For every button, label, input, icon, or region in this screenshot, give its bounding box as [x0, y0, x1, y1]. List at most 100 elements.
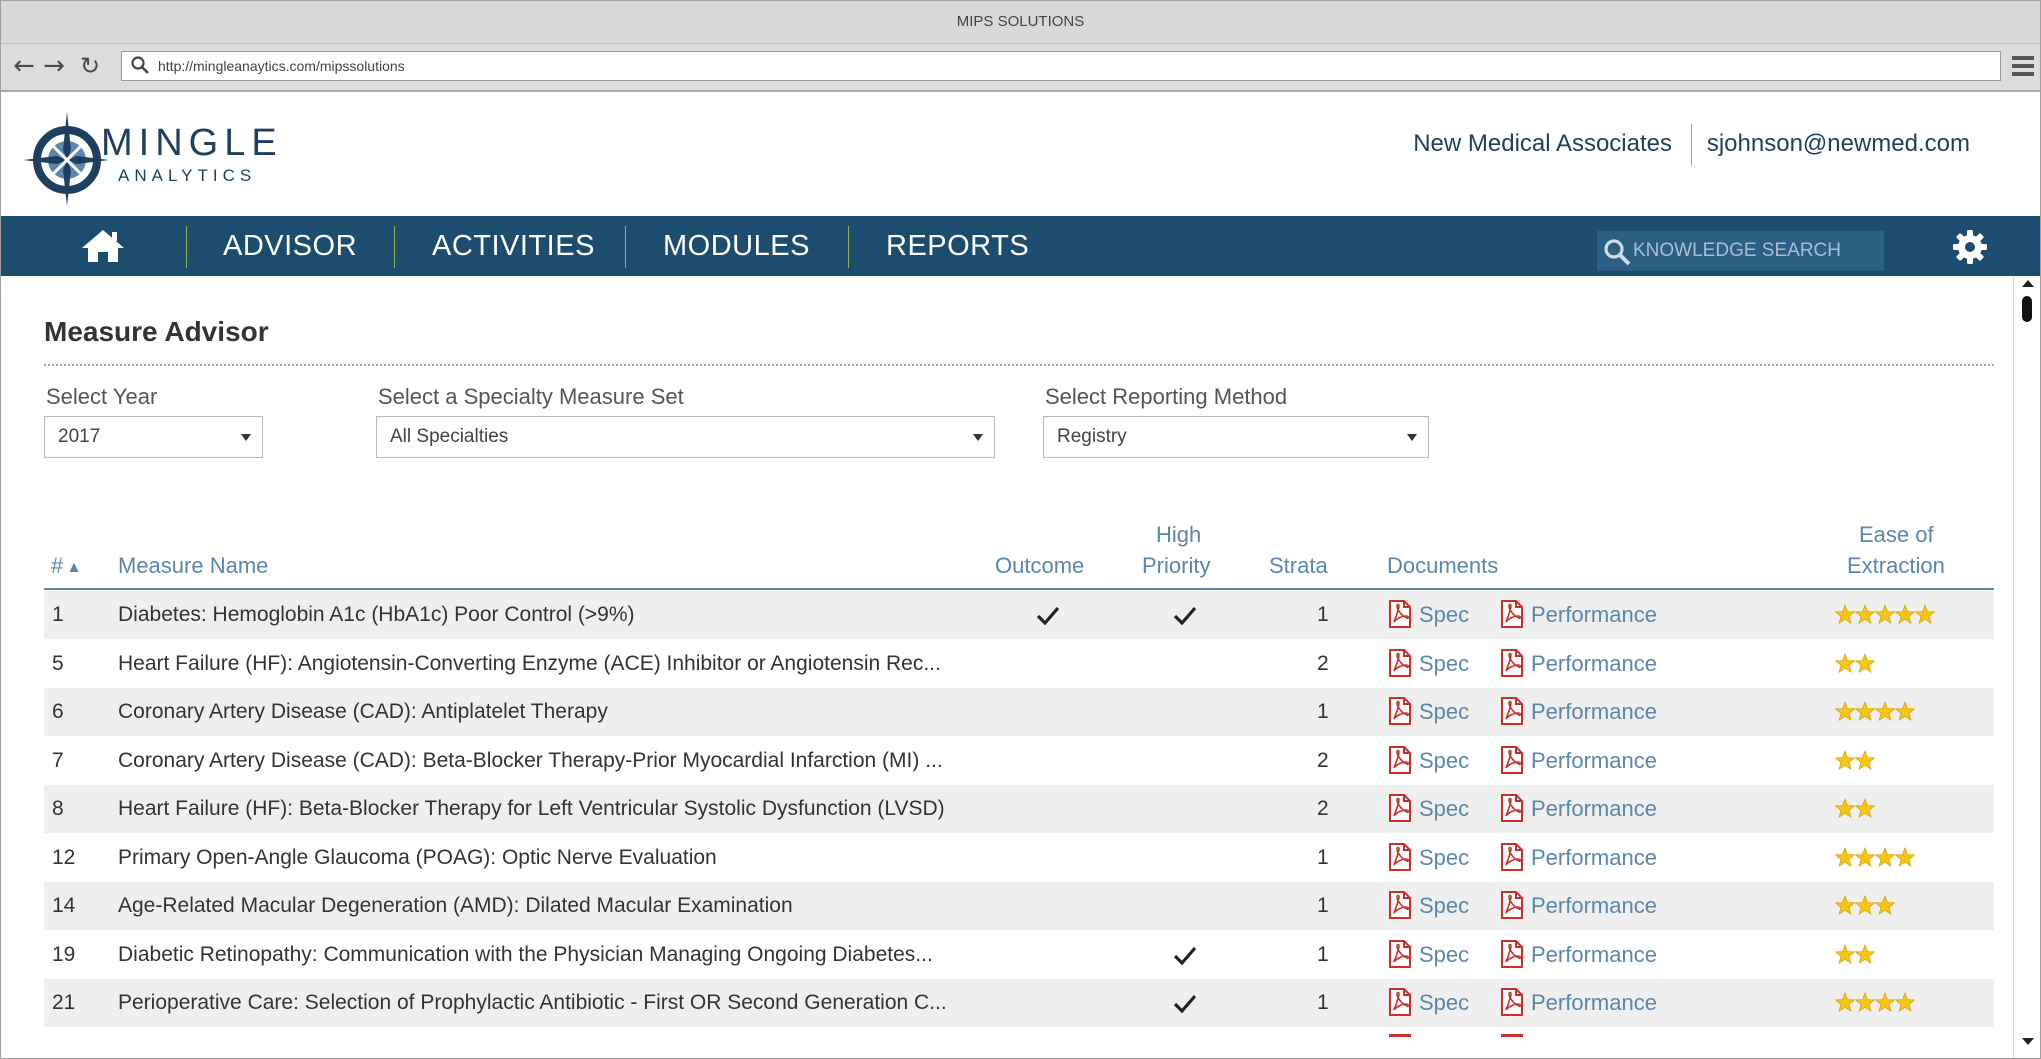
table-row[interactable]: 8 Heart Failure (HF): Beta-Blocker Therap… [44, 785, 1994, 833]
spec-pdf-link[interactable]: Spec [1387, 888, 1469, 924]
star-icon [1854, 797, 1876, 819]
star-icon [1854, 894, 1876, 916]
scroll-thumb[interactable] [2022, 296, 2032, 322]
col-header-outcome[interactable]: Outcome [995, 550, 1084, 581]
performance-pdf-link[interactable]: Performance [1499, 597, 1657, 633]
star-icon [1854, 943, 1876, 964]
spec-pdf-link[interactable]: Spec [1387, 694, 1469, 730]
table-row[interactable]: 1 Diabetes: Hemoglobin A1c (HbA1c) Poor C… [44, 591, 1994, 639]
home-icon[interactable] [81, 229, 125, 263]
spec-pdf-link[interactable]: Spec [1387, 985, 1469, 1021]
performance-pdf-link[interactable]: Performance [1499, 791, 1657, 827]
reload-icon[interactable]: ↻ [77, 52, 103, 80]
back-arrow-icon[interactable]: ← [11, 52, 37, 80]
table-row[interactable]: 14 Age-Related Macular Degeneration (AMD)… [44, 882, 1994, 930]
high-priority-check-icon [1173, 605, 1197, 626]
table-row[interactable]: 7 Coronary Artery Disease (CAD): Beta-Blo… [44, 737, 1994, 785]
nav-activities[interactable]: ACTIVITIES [432, 216, 595, 276]
chevron-down-icon [973, 434, 983, 441]
vertical-scrollbar[interactable] [2013, 276, 2040, 1058]
pdf-icon [1501, 600, 1523, 628]
star-icon [1834, 797, 1856, 819]
specialty-select[interactable]: All Specialties [376, 416, 995, 458]
nav-divider [625, 226, 626, 268]
high-priority-check-icon [1173, 993, 1197, 1014]
star-icon [1834, 603, 1856, 625]
performance-pdf-link[interactable]: Performance [1499, 937, 1657, 973]
compass-logo-icon [23, 112, 109, 206]
star-icon [1834, 894, 1856, 916]
spec-pdf-link[interactable]: Spec [1387, 646, 1469, 682]
performance-pdf-link[interactable]: Performance [1499, 888, 1657, 924]
year-select[interactable]: 2017 [44, 416, 263, 458]
method-select[interactable]: Registry [1043, 416, 1429, 458]
measure-name[interactable]: Diabetes: Hemoglobin A1c (HbA1c) Poor Co… [118, 591, 635, 639]
pdf-icon [1501, 648, 1523, 677]
star-icon [1894, 603, 1916, 625]
col-header-high-priority-line1[interactable]: High [1156, 519, 1201, 550]
forward-arrow-icon[interactable]: → [41, 52, 67, 80]
address-bar[interactable]: http://mingleanaytics.com/mipssolutions [121, 51, 2001, 81]
specialty-label: Select a Specialty Measure Set [378, 384, 684, 409]
spec-pdf-link[interactable]: Spec [1387, 937, 1469, 973]
table-row[interactable]: 12 Primary Open-Angle Glaucoma (POAG): Op… [44, 834, 1994, 882]
star-icon [1854, 700, 1876, 722]
table-row[interactable]: 21 Perioperative Care: Selection of Proph… [44, 979, 1994, 1027]
gear-icon[interactable] [1952, 229, 1988, 265]
page-title: Measure Advisor [44, 316, 269, 347]
col-header-ease-line2[interactable]: Extraction [1847, 550, 1945, 581]
star-icon [1854, 652, 1876, 673]
star-icon [1834, 991, 1856, 1013]
ease-rating-stars [1834, 894, 1896, 918]
spec-pdf-link[interactable]: Spec [1387, 840, 1469, 876]
measure-name[interactable]: Age-Related Macular Degeneration (AMD): … [118, 882, 793, 930]
pdf-icon [1389, 842, 1411, 871]
performance-pdf-link[interactable]: Performance [1499, 646, 1657, 682]
measure-name[interactable]: Heart Failure (HF): Beta-Blocker Therapy… [118, 785, 945, 833]
spec-pdf-link[interactable]: Spec [1387, 597, 1469, 633]
table-row[interactable]: 5 Heart Failure (HF): Angiotensin-Convert… [44, 640, 1994, 688]
performance-pdf-link[interactable]: Performance [1499, 840, 1657, 876]
spec-label: Spec [1419, 747, 1470, 773]
spec-pdf-link[interactable]: Spec [1387, 791, 1469, 827]
nav-reports[interactable]: REPORTS [886, 216, 1029, 276]
measure-name[interactable]: Diabetic Retinopathy: Communication with… [118, 931, 933, 979]
nav-advisor[interactable]: ADVISOR [223, 216, 357, 276]
year-value: 2017 [58, 426, 101, 447]
brand-name: MINGLE [101, 122, 283, 164]
organization-name[interactable]: New Medical Associates [1413, 130, 1672, 158]
table-row[interactable]: 6 Coronary Artery Disease (CAD): Antiplat… [44, 688, 1994, 736]
outcome-check-icon [1036, 605, 1060, 626]
sort-ascending-icon: ▲ [69, 559, 79, 574]
scroll-up-arrow-icon[interactable] [2022, 280, 2034, 287]
col-header-number[interactable]: # ▲ [51, 550, 79, 583]
performance-label: Performance [1531, 796, 1657, 821]
hamburger-menu-icon[interactable] [2012, 56, 2034, 76]
performance-pdf-link[interactable]: Performance [1499, 985, 1657, 1021]
star-icon [1914, 603, 1936, 625]
mingle-analytics-logo[interactable]: MINGLE ANALYTICS [21, 102, 277, 206]
measure-name[interactable]: Coronary Artery Disease (CAD): Antiplate… [118, 688, 608, 736]
col-header-measure-name[interactable]: Measure Name [118, 550, 268, 581]
spec-pdf-link[interactable]: Spec [1387, 743, 1469, 779]
measure-name[interactable]: Primary Open-Angle Glaucoma (POAG): Opti… [118, 834, 717, 882]
strata-count: 1 [1317, 603, 1329, 626]
user-email[interactable]: sjohnson@newmed.com [1707, 130, 1970, 158]
spec-label: Spec [1419, 650, 1470, 676]
strata-count: 1 [1317, 894, 1329, 917]
table-row[interactable]: 19 Diabetic Retinopathy: Communication wi… [44, 931, 1994, 979]
measure-name[interactable]: Coronary Artery Disease (CAD): Beta-Bloc… [118, 737, 943, 785]
col-header-strata[interactable]: Strata [1269, 550, 1328, 581]
measure-name[interactable]: Perioperative Care: Selection of Prophyl… [118, 979, 947, 1027]
col-header-ease-line1[interactable]: Ease of [1859, 519, 1934, 550]
knowledge-search-input[interactable]: KNOWLEDGE SEARCH [1597, 231, 1884, 271]
col-header-high-priority-line2[interactable]: Priority [1142, 550, 1210, 581]
strata-count: 1 [1317, 942, 1329, 966]
scroll-down-arrow-icon[interactable] [2022, 1038, 2034, 1045]
measure-number: 14 [52, 894, 76, 917]
nav-modules[interactable]: MODULES [663, 216, 810, 276]
ease-rating-stars [1834, 991, 1916, 1015]
performance-pdf-link[interactable]: Performance [1499, 694, 1657, 730]
measure-name[interactable]: Heart Failure (HF): Angiotensin-Converti… [118, 640, 941, 688]
performance-pdf-link[interactable]: Performance [1499, 743, 1657, 779]
